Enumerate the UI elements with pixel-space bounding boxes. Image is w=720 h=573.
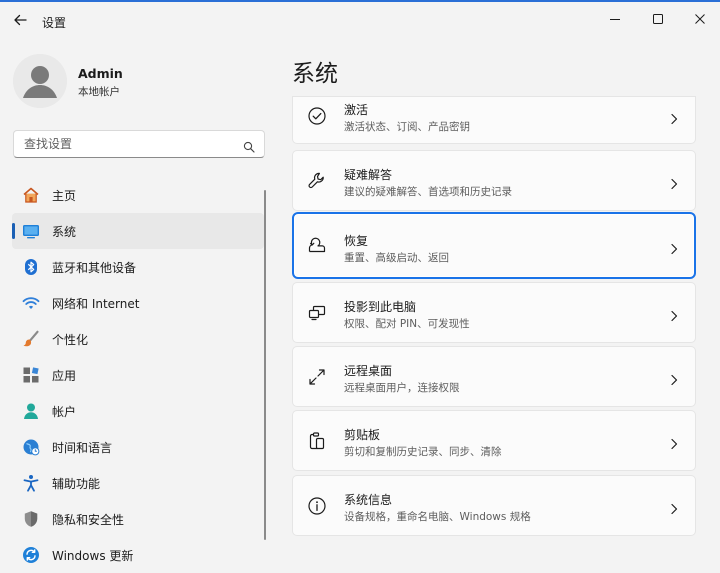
card-title: 激活: [344, 103, 369, 117]
title-bar: 设置: [0, 2, 720, 36]
sidebar-item-bluetooth[interactable]: 蓝牙和其他设备: [12, 249, 264, 285]
sidebar-item-privacy-security[interactable]: 隐私和安全性: [12, 501, 264, 537]
person-icon: [22, 402, 40, 420]
sidebar-item-network[interactable]: 网络和 Internet: [12, 285, 264, 321]
sidebar-item-personalization[interactable]: 个性化: [12, 321, 264, 357]
sidebar-item-label: 应用: [52, 369, 77, 383]
card-subtitle: 权限、配对 PIN、可发现性: [344, 318, 470, 330]
maximize-icon: [653, 14, 663, 24]
sidebar-item-apps[interactable]: 应用: [12, 357, 264, 393]
app-title: 设置: [42, 16, 67, 30]
accessibility-icon: [22, 474, 40, 492]
card-title: 疑难解答: [344, 168, 393, 182]
globe-clock-icon: [22, 438, 40, 456]
card-title: 投影到此电脑: [344, 300, 417, 314]
card-subtitle: 设备规格，重命名电脑、Windows 规格: [344, 511, 531, 523]
account-name: Admin: [78, 66, 123, 81]
close-icon: [695, 14, 705, 24]
bluetooth-icon: [22, 258, 40, 276]
chevron-right-icon: [669, 500, 679, 515]
sidebar-scrollbar[interactable]: [264, 190, 266, 540]
chevron-right-icon: [669, 240, 679, 255]
card-title: 剪贴板: [344, 428, 381, 442]
info-icon: [307, 496, 327, 516]
activation-check-icon: [307, 106, 327, 126]
settings-card-remote-desktop[interactable]: 远程桌面 远程桌面用户，连接权限: [292, 346, 696, 407]
home-icon: [22, 186, 40, 204]
chevron-right-icon: [669, 435, 679, 450]
settings-card-activation[interactable]: 激活 激活状态、订阅、产品密钥: [292, 96, 696, 144]
wrench-icon: [307, 171, 327, 191]
sidebar-item-label: 隐私和安全性: [52, 513, 125, 527]
card-title: 系统信息: [344, 493, 393, 507]
recovery-icon: [307, 236, 327, 256]
sidebar-item-label: 帐户: [52, 405, 77, 419]
card-title: 恢复: [344, 234, 369, 248]
chevron-right-icon: [669, 110, 679, 125]
card-subtitle: 远程桌面用户，连接权限: [344, 382, 460, 394]
minimize-icon: [610, 19, 620, 20]
page-title: 系统: [292, 61, 338, 87]
maximize-button[interactable]: [644, 8, 672, 30]
sidebar-item-accounts[interactable]: 帐户: [12, 393, 264, 429]
sidebar-nav: 主页 系统 蓝牙和其他设备 网络和 Internet 个性化 应用 帐户 时间和…: [12, 177, 264, 573]
search-icon[interactable]: [243, 138, 255, 157]
shield-icon: [22, 510, 40, 528]
sidebar-item-windows-update[interactable]: Windows 更新: [12, 537, 264, 573]
chevron-right-icon: [669, 175, 679, 190]
card-subtitle: 重置、高级启动、返回: [344, 252, 449, 264]
apps-grid-icon: [22, 366, 40, 384]
projection-icon: [307, 303, 327, 323]
settings-card-system-info[interactable]: 系统信息 设备规格，重命名电脑、Windows 规格: [292, 475, 696, 536]
settings-card-troubleshoot[interactable]: 疑难解答 建议的疑难解答、首选项和历史记录: [292, 150, 696, 211]
sidebar-item-label: 网络和 Internet: [52, 297, 140, 311]
sidebar-item-accessibility[interactable]: 辅助功能: [12, 465, 264, 501]
card-subtitle: 建议的疑难解答、首选项和历史记录: [344, 186, 512, 198]
chevron-right-icon: [669, 307, 679, 322]
avatar[interactable]: [13, 54, 67, 108]
search-input[interactable]: [22, 136, 236, 152]
clipboard-icon: [307, 431, 327, 451]
sidebar-item-label: 时间和语言: [52, 441, 113, 455]
sidebar-item-time-language[interactable]: 时间和语言: [12, 429, 264, 465]
sidebar-item-label: 个性化: [52, 333, 89, 347]
settings-card-clipboard[interactable]: 剪贴板 剪切和复制历史记录、同步、清除: [292, 410, 696, 471]
minimize-button[interactable]: [601, 8, 629, 30]
account-type: 本地帐户: [78, 86, 120, 98]
search-box[interactable]: [13, 130, 265, 158]
sidebar-item-label: 主页: [52, 189, 77, 203]
close-button[interactable]: [686, 8, 714, 30]
paintbrush-icon: [22, 330, 40, 348]
sidebar-item-label: Windows 更新: [52, 549, 134, 563]
settings-card-recovery[interactable]: 恢复 重置、高级启动、返回: [292, 212, 696, 279]
chevron-right-icon: [669, 371, 679, 386]
sidebar-item-label: 蓝牙和其他设备: [52, 261, 137, 275]
sidebar-item-home[interactable]: 主页: [12, 177, 264, 213]
card-title: 远程桌面: [344, 364, 393, 378]
settings-card-projection[interactable]: 投影到此电脑 权限、配对 PIN、可发现性: [292, 282, 696, 343]
card-subtitle: 激活状态、订阅、产品密钥: [344, 121, 470, 133]
sidebar-item-label: 系统: [52, 225, 77, 239]
wifi-icon: [22, 294, 40, 312]
sidebar-item-system[interactable]: 系统: [12, 213, 264, 249]
sidebar-item-label: 辅助功能: [52, 477, 101, 491]
back-arrow-icon[interactable]: [12, 12, 28, 28]
remote-desktop-icon: [307, 367, 327, 387]
card-subtitle: 剪切和复制历史记录、同步、清除: [344, 446, 502, 458]
update-sync-icon: [22, 546, 40, 564]
system-monitor-icon: [22, 222, 40, 240]
user-avatar-icon: [13, 54, 67, 108]
